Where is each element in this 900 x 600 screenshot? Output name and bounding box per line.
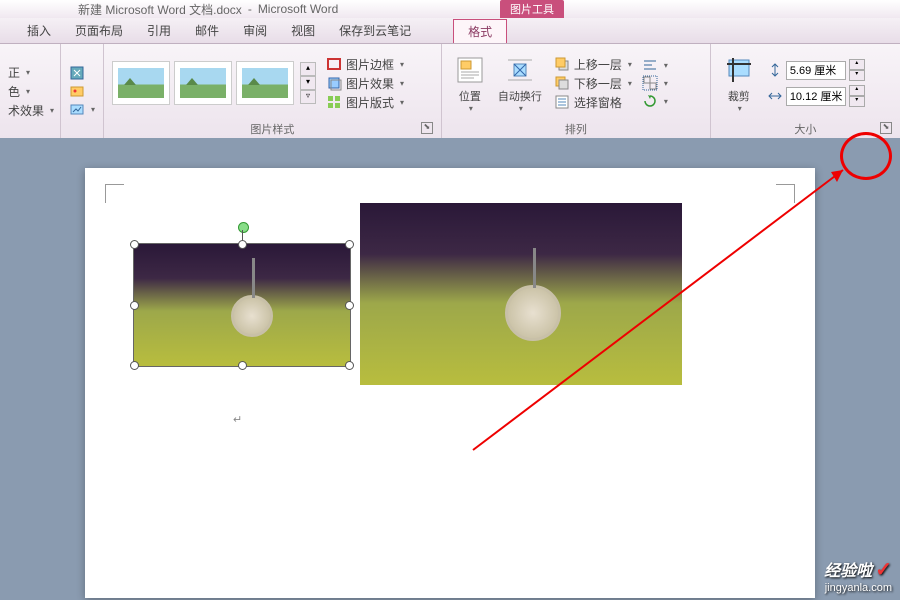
group-arrange-label: 排列 <box>448 119 704 139</box>
page[interactable]: ↵ <box>85 168 815 598</box>
selection-pane-button[interactable]: 选择窗格 <box>552 93 634 112</box>
rotate-button[interactable]: ▾ <box>640 92 670 110</box>
tab-review[interactable]: 审阅 <box>231 18 279 43</box>
position-button[interactable]: 位置▾ <box>448 52 492 115</box>
corrections-button[interactable]: 正▾ <box>6 63 56 82</box>
bring-forward-icon <box>554 56 570 72</box>
context-tool-label: 图片工具 <box>500 0 564 18</box>
height-up[interactable]: ▴ <box>849 59 865 70</box>
resize-handle-nw[interactable] <box>130 240 139 249</box>
rotate-handle[interactable] <box>238 222 249 233</box>
ribbon-tabs: 插入 页面布局 引用 邮件 审阅 视图 保存到云笔记 格式 <box>0 18 900 44</box>
margin-corner-tr <box>776 184 795 203</box>
paragraph-mark: ↵ <box>233 413 242 426</box>
wrap-icon <box>504 54 536 86</box>
picture-styles-gallery[interactable] <box>110 59 296 107</box>
send-backward-icon <box>554 75 570 91</box>
style-thumb-3[interactable] <box>236 61 294 105</box>
group-styles-label: 图片样式⬊ <box>110 119 435 139</box>
tab-page-layout[interactable]: 页面布局 <box>63 18 135 43</box>
width-icon <box>767 88 783 104</box>
group-icon <box>642 75 658 91</box>
gallery-more-button[interactable]: ▿ <box>300 90 316 104</box>
gallery-down-button[interactable]: ▾ <box>300 76 316 90</box>
crop-button[interactable]: 裁剪▾ <box>717 52 761 115</box>
tab-cloud-save[interactable]: 保存到云笔记 <box>327 18 423 43</box>
height-icon <box>767 62 783 78</box>
resize-handle-w[interactable] <box>130 301 139 310</box>
reset-icon <box>69 101 85 117</box>
picture-effects-button[interactable]: 图片效果▾ <box>324 74 406 93</box>
height-input[interactable] <box>786 61 846 80</box>
change-picture-button[interactable] <box>67 82 97 100</box>
width-up[interactable]: ▴ <box>849 85 865 96</box>
picture-large[interactable] <box>360 203 682 385</box>
color-button[interactable]: 色▾ <box>6 82 56 101</box>
rotate-icon <box>642 93 658 109</box>
align-icon <box>642 57 658 73</box>
tab-view[interactable]: 视图 <box>279 18 327 43</box>
width-down[interactable]: ▾ <box>849 96 865 107</box>
document-area: ↵ <box>0 138 900 600</box>
height-down[interactable]: ▾ <box>849 70 865 81</box>
reset-picture-button[interactable]: ▾ <box>67 100 97 118</box>
picture-layout-button[interactable]: 图片版式▾ <box>324 93 406 112</box>
pocket-watch-icon <box>231 295 273 337</box>
resize-handle-s[interactable] <box>238 361 247 370</box>
layout-icon <box>326 94 342 110</box>
app-title: Microsoft Word <box>258 2 338 16</box>
change-picture-icon <box>69 83 85 99</box>
tab-insert[interactable]: 插入 <box>15 18 63 43</box>
tab-format[interactable]: 格式 <box>453 19 507 43</box>
doc-title: 新建 Microsoft Word 文档.docx <box>78 1 242 18</box>
title-bar: 新建 Microsoft Word 文档.docx - Microsoft Wo… <box>0 0 900 18</box>
artistic-effects-button[interactable]: 术效果▾ <box>6 101 56 120</box>
size-dialog-launcher[interactable]: ⬊ <box>880 122 892 134</box>
picture-border-button[interactable]: 图片边框▾ <box>324 55 406 74</box>
selection-pane-icon <box>554 94 570 110</box>
group-button[interactable]: ▾ <box>640 74 670 92</box>
crop-icon <box>723 54 755 86</box>
watermark: 经验啦 ✓ jingyanla.com <box>824 557 892 594</box>
tab-references[interactable]: 引用 <box>135 18 183 43</box>
border-icon <box>326 56 342 72</box>
contextual-tab-group: 图片工具 <box>500 0 564 18</box>
picture-small-selected[interactable] <box>133 243 351 367</box>
pocket-watch-icon <box>505 285 561 341</box>
wrap-text-button[interactable]: 自动换行▾ <box>492 52 548 115</box>
resize-handle-sw[interactable] <box>130 361 139 370</box>
style-thumb-1[interactable] <box>112 61 170 105</box>
margin-corner-tl <box>105 184 124 203</box>
send-backward-button[interactable]: 下移一层▾ <box>552 74 634 93</box>
width-input[interactable] <box>786 87 846 106</box>
gallery-up-button[interactable]: ▴ <box>300 62 316 76</box>
compress-pictures-button[interactable] <box>67 64 97 82</box>
check-icon: ✓ <box>875 559 892 581</box>
resize-handle-ne[interactable] <box>345 240 354 249</box>
effects-icon <box>326 75 342 91</box>
styles-dialog-launcher[interactable]: ⬊ <box>421 122 433 134</box>
style-thumb-2[interactable] <box>174 61 232 105</box>
ribbon: 正▾ 色▾ 术效果▾ ▾ ▴ <box>0 44 900 140</box>
position-icon <box>454 54 486 86</box>
tab-mailings[interactable]: 邮件 <box>183 18 231 43</box>
resize-handle-se[interactable] <box>345 361 354 370</box>
annotation-circle <box>840 132 892 180</box>
bring-forward-button[interactable]: 上移一层▾ <box>552 55 634 74</box>
compress-icon <box>69 65 85 81</box>
resize-handle-e[interactable] <box>345 301 354 310</box>
align-button[interactable]: ▾ <box>640 56 670 74</box>
resize-handle-n[interactable] <box>238 240 247 249</box>
